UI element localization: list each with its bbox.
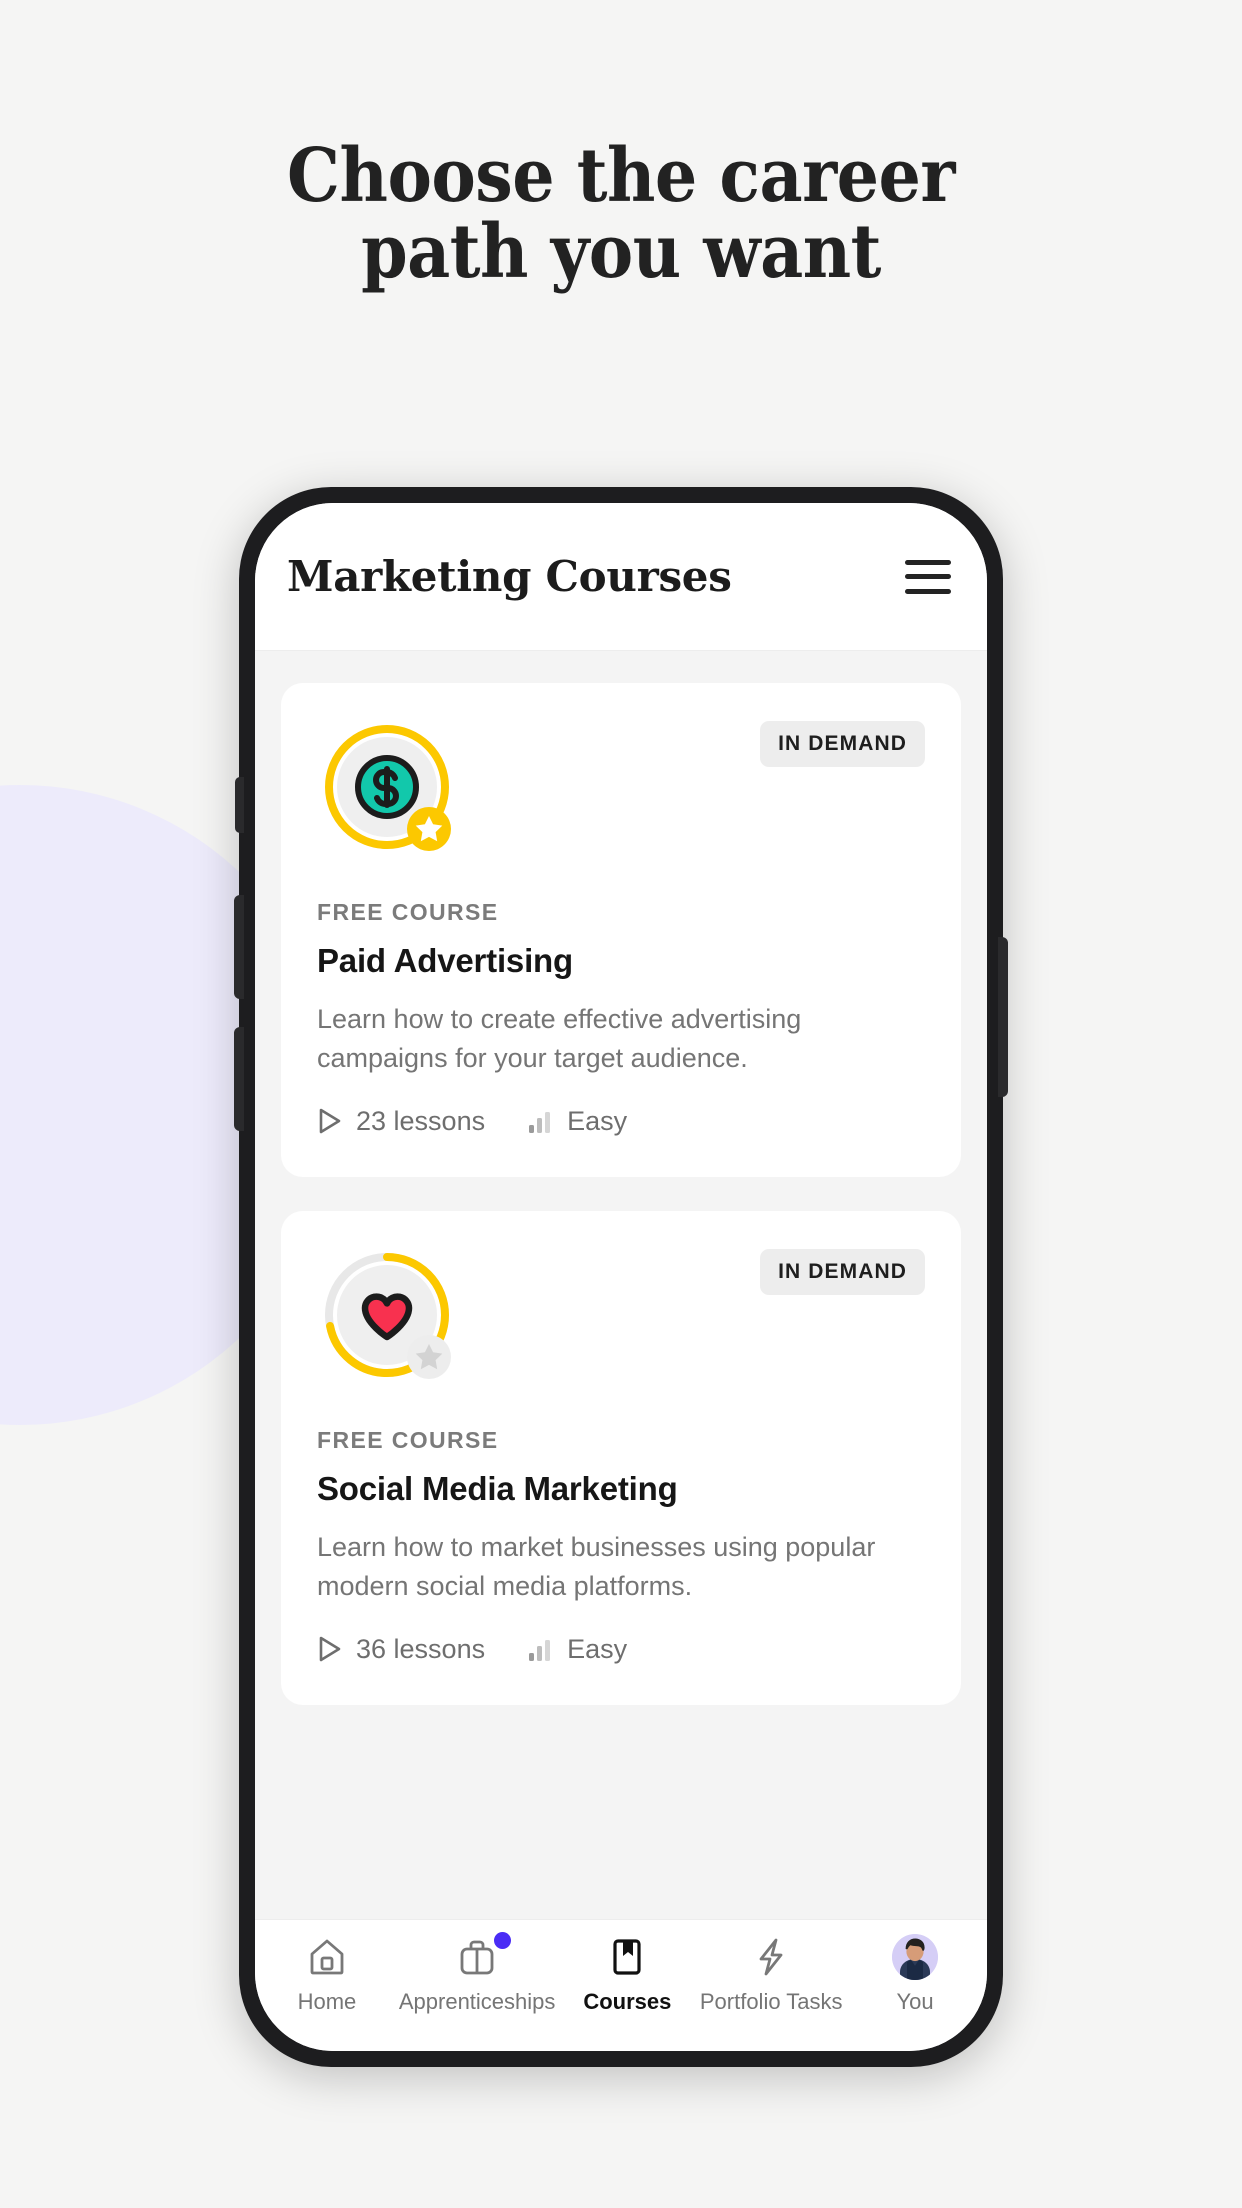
difficulty-label: Easy	[567, 1105, 628, 1136]
course-eyebrow: FREE COURSE	[317, 1426, 499, 1453]
marketing-headline: Choose the career path you want	[0, 133, 1242, 296]
tab-home[interactable]: Home	[255, 1934, 399, 2015]
phone-screen: Marketing Courses IN DEMAND FREE COURSE …	[255, 503, 987, 2051]
status-badge: IN DEMAND	[760, 1248, 925, 1295]
avatar	[892, 1934, 939, 1980]
hamburger-bar	[905, 588, 951, 594]
tab-portfolio-tasks[interactable]: Portfolio Tasks	[699, 1934, 843, 2015]
course-title: Social Media Marketing	[317, 1469, 678, 1507]
headline-line-1: Choose the career	[287, 133, 955, 219]
hamburger-menu-icon[interactable]	[905, 559, 951, 594]
phone-volume-up-button[interactable]	[234, 895, 244, 999]
tab-you[interactable]: You	[843, 1934, 987, 2015]
notification-dot	[494, 1932, 512, 1949]
play-icon	[317, 1107, 343, 1135]
dollar-coin-icon	[317, 717, 469, 869]
course-title: Paid Advertising	[317, 942, 573, 979]
tab-label: Courses	[583, 1989, 672, 2014]
course-eyebrow: FREE COURSE	[317, 899, 499, 925]
play-icon	[317, 1635, 343, 1663]
hamburger-bar	[905, 559, 951, 565]
phone-power-button[interactable]	[998, 937, 1008, 1097]
page-title: Marketing Courses	[287, 552, 732, 601]
bottom-navigation: Home Apprenticeships Courses Portfolio T…	[255, 1919, 987, 2051]
avatar-icon	[892, 1934, 939, 1980]
course-card-header: IN DEMAND	[317, 1245, 925, 1397]
difficulty-label: Easy	[567, 1633, 628, 1664]
course-description: Learn how to market businesses using pop…	[317, 1531, 876, 1601]
course-meta: 36 lessons Easy	[317, 1634, 925, 1665]
briefcase-icon	[455, 1932, 512, 1980]
lesson-count: 36 lessons	[356, 1633, 486, 1664]
course-card[interactable]: IN DEMAND FREE COURSE Social Media Marke…	[281, 1210, 961, 1705]
lesson-count: 23 lessons	[356, 1105, 486, 1136]
tab-label: You	[896, 1989, 934, 2014]
difficulty-level-icon	[528, 1636, 554, 1662]
headline-line-2: path you want	[361, 209, 881, 296]
course-list[interactable]: IN DEMAND FREE COURSE Paid Advertising L…	[255, 651, 987, 1919]
tab-label: Apprenticeships	[398, 1989, 556, 2014]
tab-label: Portfolio Tasks	[699, 1989, 843, 2014]
home-icon	[306, 1934, 348, 1980]
course-meta: 23 lessons Easy	[317, 1106, 925, 1137]
hamburger-bar	[905, 574, 951, 579]
status-badge: IN DEMAND	[760, 721, 925, 767]
app-header: Marketing Courses	[255, 503, 987, 651]
tab-courses[interactable]: Courses	[555, 1934, 699, 2015]
phone-mute-switch[interactable]	[235, 777, 244, 833]
phone-mockup: Marketing Courses IN DEMAND FREE COURSE …	[234, 487, 1008, 2067]
course-card-header: IN DEMAND	[317, 717, 925, 869]
course-description: Learn how to create effective advertisin…	[317, 1004, 802, 1073]
phone-volume-down-button[interactable]	[234, 1027, 244, 1131]
tab-label: Home	[297, 1989, 357, 2014]
tab-apprenticeships[interactable]: Apprenticeships	[398, 1932, 556, 2015]
heart-icon	[317, 1245, 469, 1397]
bolt-icon	[750, 1934, 792, 1980]
difficulty-level-icon	[528, 1108, 554, 1134]
course-card[interactable]: IN DEMAND FREE COURSE Paid Advertising L…	[281, 683, 961, 1177]
bookmark-icon	[606, 1934, 648, 1980]
